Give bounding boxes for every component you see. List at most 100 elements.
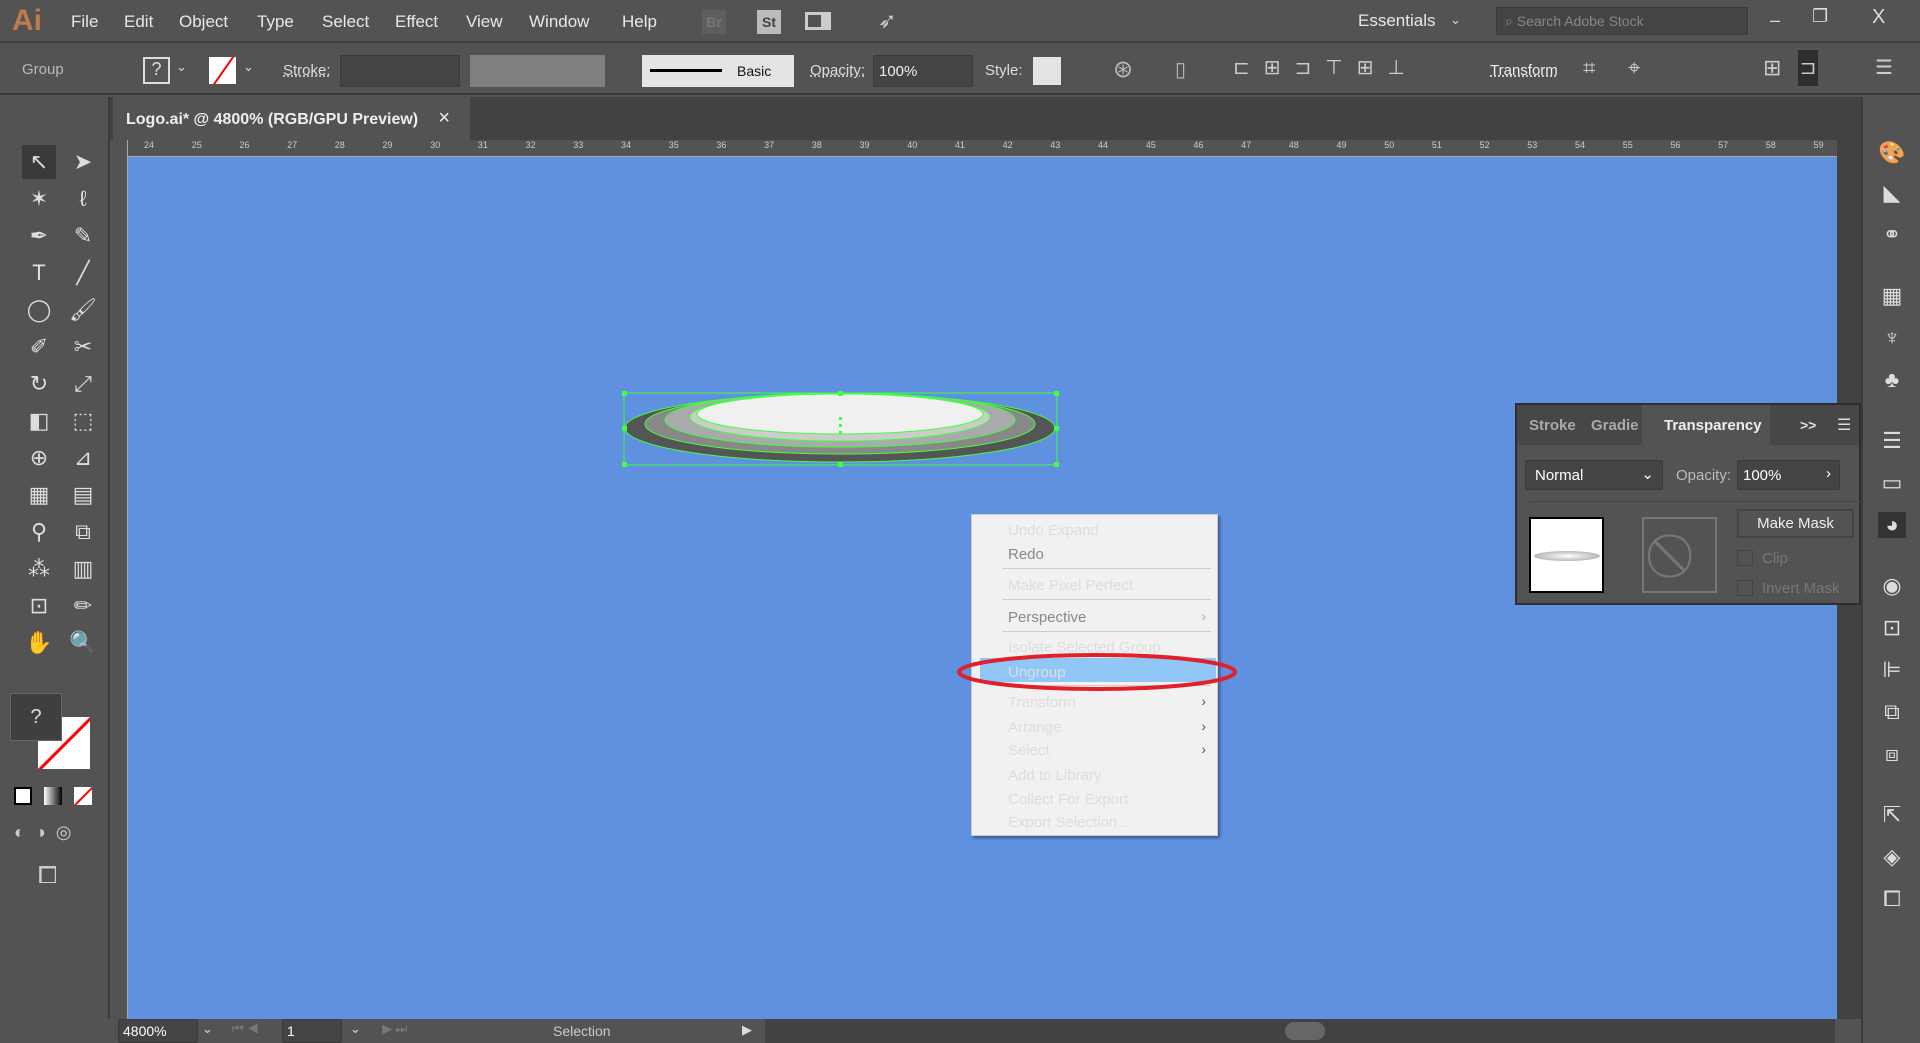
swatches-icon[interactable]: ▦ [1878,283,1906,309]
menu-object[interactable]: Object [179,12,228,32]
artboards-panel-icon[interactable]: ⧈ [1878,741,1906,767]
pathfinder-icon[interactable]: ⧉ [1878,699,1906,725]
transform-link[interactable]: Transform [1490,62,1558,79]
menu-item-undo-expand[interactable]: Undo Expand [1008,522,1099,539]
drawing-modes-icon[interactable]: ◐◑◎ [14,822,81,843]
scissors-tool-icon[interactable]: ✂ [66,330,100,364]
close-window-button[interactable]: X [1872,6,1885,29]
current-tool-status[interactable]: Selection [553,1023,611,1039]
blend-tool-icon[interactable]: ⧉ [66,515,100,549]
search-stock-input[interactable]: ⌕ Search Adobe Stock [1496,7,1748,35]
zoom-dropdown[interactable]: ⌄ [202,1021,213,1037]
menu-item-export-selection[interactable]: Export Selection... [1008,814,1130,831]
brush-definition[interactable]: Basic [642,55,794,87]
menu-item-add-to-library[interactable]: Add to Library [1008,767,1101,784]
gpu-performance-icon[interactable]: ➶ [878,8,896,34]
fill-swatch[interactable]: ? [143,57,170,84]
asset-export-icon[interactable]: ⚭ [1878,222,1906,248]
gradient-panel-icon[interactable]: ▭ [1878,470,1906,496]
shape-builder-tool-icon[interactable]: ⊕ [22,441,56,475]
menu-effect[interactable]: Effect [395,12,438,32]
select-similar-icon[interactable]: ⌖ [1628,55,1640,81]
column-graph-tool-icon[interactable]: ▥ [66,552,100,586]
layers-icon[interactable]: ◈ [1878,844,1906,870]
gradient-tool-icon[interactable]: ▤ [66,478,100,512]
mesh-tool-icon[interactable]: ▦ [22,478,56,512]
stroke-weight-field[interactable] [340,55,460,87]
artboard-dropdown[interactable]: ⌄ [350,1021,361,1037]
isolate-icon[interactable]: ⌗ [1583,55,1595,81]
symbols-icon[interactable]: ♣ [1878,367,1906,393]
curvature-tool-icon[interactable]: ✎ [66,219,100,253]
fill-color-unknown[interactable]: ? [10,693,62,741]
scale-tool-icon[interactable]: ⤢ [66,367,100,401]
invert-mask-checkbox[interactable] [1737,580,1753,596]
appearance-icon[interactable]: ◉ [1878,573,1906,599]
stroke-swatch-none[interactable] [209,57,236,84]
artboard-tool-icon[interactable]: ⊡ [22,589,56,623]
document-setup-icon[interactable]: ▯ [1175,57,1186,82]
artboards-icon[interactable]: ⧠ [1878,886,1906,912]
stock-icon[interactable]: St [757,10,781,34]
shaper-tool-icon[interactable]: ✐ [22,330,56,364]
bridge-icon[interactable]: Br [702,10,726,34]
selection-tool-icon[interactable]: ↖ [22,145,56,179]
stroke-label[interactable]: Stroke: [283,62,331,79]
menu-view[interactable]: View [466,12,503,32]
type-tool-icon[interactable]: T [22,256,56,290]
stroke-dropdown[interactable]: ⌄ [243,59,254,75]
artboard-number-field[interactable]: 1 [282,1019,342,1043]
object-thumbnail[interactable] [1529,517,1604,593]
hand-tool-icon[interactable]: ✋ [22,626,56,660]
close-tab-icon[interactable]: × [438,107,450,130]
artboard-nav-next-icon[interactable]: ▶ ⏭ [382,1021,407,1037]
vertical-ruler[interactable] [110,140,128,1019]
color-mode-icon[interactable] [14,787,32,805]
document-tab[interactable]: Logo.ai* @ 4800% (RGB/GPU Preview) × [113,97,470,140]
menu-edit[interactable]: Edit [124,12,153,32]
menu-window[interactable]: Window [529,12,589,32]
transform-panel-icon[interactable]: ⊡ [1878,615,1906,641]
zoom-level-field[interactable]: 4800% [118,1019,198,1043]
workspace-switcher[interactable]: Essentials [1358,11,1435,31]
artboard-nav-prev-icon[interactable]: ⏮ ◀ [232,1021,259,1037]
menu-item-collect-for-export[interactable]: Collect For Export [1008,791,1128,808]
status-menu-arrow[interactable]: ▶ [742,1022,752,1038]
paintbrush-tool-icon[interactable]: 🖌 [66,293,100,327]
export-icon[interactable]: ⇱ [1878,802,1906,828]
rotate-tool-icon[interactable]: ↻ [22,367,56,401]
ellipse-tool-icon[interactable]: ◯ [22,293,56,327]
snap-icon[interactable]: ⊐ [1798,50,1818,86]
color-panel-icon[interactable]: 🎨 [1878,140,1906,166]
tab-gradient[interactable]: Gradie [1579,405,1651,445]
blend-mode-select[interactable]: Normal ⌄ [1525,460,1663,490]
width-tool-icon[interactable]: ◧ [22,404,56,438]
color-guide-icon[interactable]: ◣ [1878,180,1906,206]
screen-mode-icon[interactable]: ⧠ [38,862,57,890]
grid-icon[interactable]: ⊞ [1763,55,1781,81]
transparency-panel-icon[interactable]: ◕ [1878,512,1906,538]
menu-item-make-pixel-perfect[interactable]: Make Pixel Perfect [1008,577,1133,594]
expand-panel-icon[interactable]: >> [1800,417,1816,433]
gradient-mode-icon[interactable] [44,787,62,805]
style-swatch[interactable] [1033,57,1061,85]
line-tool-icon[interactable]: ╱ [66,256,100,290]
magic-wand-tool-icon[interactable]: ✶ [22,182,56,216]
opacity-field[interactable]: 100% [873,55,973,87]
perspective-grid-tool-icon[interactable]: ⊿ [66,441,100,475]
panel-opacity-field[interactable]: 100% › [1737,460,1840,490]
stroke-panel-icon[interactable]: ☰ [1878,428,1906,454]
menu-file[interactable]: File [71,12,98,32]
align-icons[interactable]: ⊏⊞⊐⊤⊞⊥ [1233,55,1419,80]
zoom-tool-icon[interactable]: 🔍 [66,626,100,660]
make-mask-button[interactable]: Make Mask [1737,509,1854,538]
clip-checkbox[interactable] [1737,550,1753,566]
panel-menu-icon[interactable]: ☰ [1875,55,1893,80]
menu-type[interactable]: Type [257,12,294,32]
tab-stroke[interactable]: Stroke [1517,405,1588,445]
eyedropper-tool-icon[interactable]: ⚲ [22,515,56,549]
horizontal-ruler[interactable]: 24 25 26 27 28 29 30 31 32 33 34 35 36 37 38 39 40 41 42 43… [110,140,1837,157]
menu-select[interactable]: Select [322,12,369,32]
variable-width-profile[interactable] [470,55,605,87]
brushes-icon[interactable]: ♆ [1878,325,1906,351]
